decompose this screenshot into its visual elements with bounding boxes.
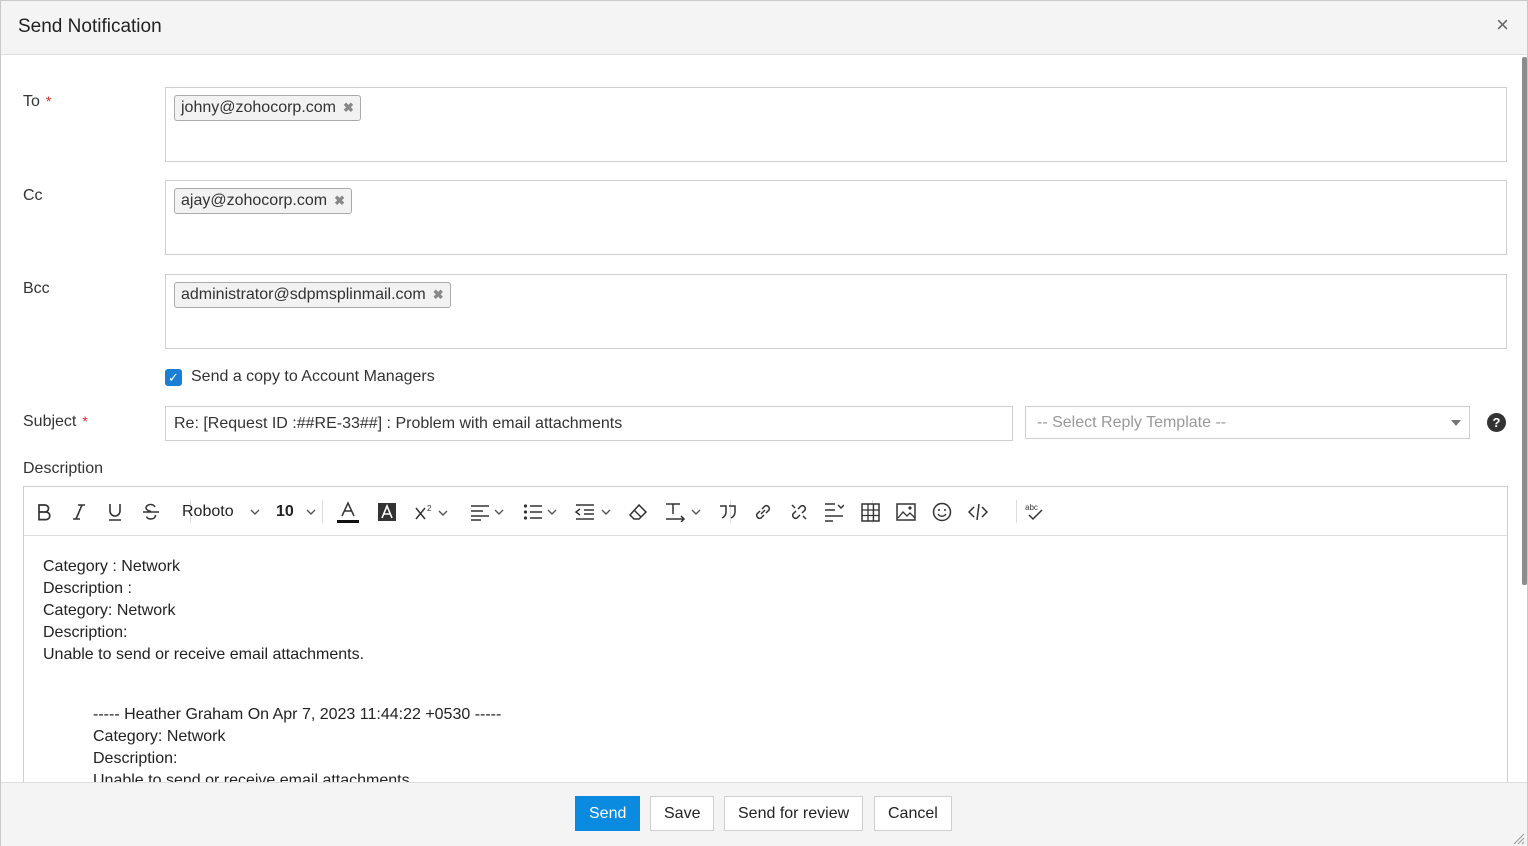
toolbar-separator (322, 500, 323, 523)
help-icon[interactable]: ? (1487, 413, 1506, 432)
superscript-icon[interactable]: 2 (415, 499, 449, 525)
clear-format-icon[interactable] (628, 499, 648, 525)
description-editor[interactable]: Roboto 10 2 abc Category: Network Descr… (23, 486, 1508, 786)
dialog-header: Send Notification × (1, 1, 1527, 55)
account-managers-checkbox[interactable]: ✓ (165, 369, 182, 386)
dropdown-caret-icon (1451, 420, 1461, 426)
body-line: Category: Network (43, 602, 176, 619)
quoted-header: ----- Heather Graham On Apr 7, 2023 11:4… (93, 706, 502, 723)
table-icon[interactable] (861, 499, 880, 525)
font-color-icon[interactable] (336, 499, 360, 525)
font-family-value: Roboto (182, 503, 234, 520)
body-line: Category : Network (43, 558, 180, 575)
scrollbar[interactable] (1522, 57, 1527, 585)
send-button[interactable]: Send (575, 796, 641, 831)
quoted-line: Category: Network (93, 728, 226, 745)
chip-email: johny@zohocorp.com (181, 99, 336, 116)
svg-text:2: 2 (427, 504, 432, 513)
recipient-chip: johny@zohocorp.com ✖ (174, 95, 361, 121)
bcc-field[interactable]: administrator@sdpmsplinmail.com ✖ (165, 274, 1507, 349)
list-icon[interactable] (523, 499, 559, 525)
required-marker: * (45, 93, 52, 109)
image-icon[interactable] (896, 499, 916, 525)
dialog-title: Send Notification (18, 16, 162, 37)
recipient-chip: ajay@zohocorp.com ✖ (174, 188, 352, 214)
text-direction-icon[interactable] (665, 499, 703, 525)
svg-text:abc: abc (1025, 503, 1038, 512)
toolbar-separator (1016, 500, 1017, 523)
dialog-footer: Send Save Send for review Cancel (1, 782, 1527, 846)
chip-email: administrator@sdpmsplinmail.com (181, 286, 426, 303)
italic-icon[interactable] (71, 499, 87, 525)
code-icon[interactable] (968, 499, 988, 525)
to-label: To * (23, 93, 51, 111)
cc-field[interactable]: ajay@zohocorp.com ✖ (165, 180, 1507, 255)
save-button[interactable]: Save (650, 796, 715, 831)
recipient-chip: administrator@sdpmsplinmail.com ✖ (174, 282, 451, 308)
reply-template-select[interactable]: -- Select Reply Template -- (1025, 406, 1470, 439)
subject-input[interactable] (165, 406, 1013, 441)
underline-icon[interactable] (107, 499, 123, 525)
chevron-down-icon (250, 509, 260, 515)
required-marker: * (82, 413, 88, 429)
resize-grip-icon[interactable] (1513, 833, 1525, 845)
bcc-label: Bcc (23, 280, 50, 297)
description-label: Description (23, 460, 104, 477)
remove-chip-icon[interactable]: ✖ (343, 100, 354, 116)
emoji-icon[interactable] (932, 499, 952, 525)
spellcheck-icon[interactable]: abc (1024, 499, 1046, 525)
editor-content[interactable]: Category : Network Description : Categor… (24, 537, 1507, 786)
font-size-dropdown[interactable]: 10 (276, 499, 316, 525)
subject-label-text: Subject (23, 413, 77, 430)
bold-icon[interactable] (36, 499, 52, 525)
subject-label: Subject * (23, 413, 88, 431)
align-icon[interactable] (470, 499, 506, 525)
send-for-review-button[interactable]: Send for review (724, 796, 864, 831)
body-line: Description: (43, 624, 128, 641)
account-managers-label: Send a copy to Account Managers (191, 368, 435, 385)
link-icon[interactable] (753, 499, 773, 525)
to-label-text: To (23, 93, 40, 110)
reply-template-placeholder: -- Select Reply Template -- (1037, 414, 1227, 431)
font-size-value: 10 (276, 503, 294, 520)
remove-chip-icon[interactable]: ✖ (433, 287, 444, 303)
font-family-dropdown[interactable]: Roboto (182, 499, 260, 525)
quoted-line: Description: (93, 750, 178, 767)
send-notification-dialog: Send Notification × To * johny@zohocorp.c… (0, 0, 1528, 846)
chip-email: ajay@zohocorp.com (181, 192, 328, 209)
highlight-icon[interactable] (377, 499, 397, 525)
quote-icon[interactable] (718, 499, 738, 525)
indent-icon[interactable] (575, 499, 613, 525)
close-icon[interactable]: × (1496, 14, 1509, 36)
strikethrough-icon[interactable] (142, 499, 160, 525)
line-spacing-icon[interactable] (824, 499, 844, 525)
remove-chip-icon[interactable]: ✖ (334, 193, 345, 209)
unlink-icon[interactable] (789, 499, 809, 525)
cc-label: Cc (23, 187, 43, 204)
editor-toolbar: Roboto 10 2 abc (24, 487, 1507, 536)
to-field[interactable]: johny@zohocorp.com ✖ (165, 87, 1507, 162)
body-line: Description : (43, 580, 132, 597)
chevron-down-icon (306, 509, 316, 515)
body-line: Unable to send or receive email attachme… (43, 646, 365, 663)
cancel-button[interactable]: Cancel (874, 796, 952, 831)
